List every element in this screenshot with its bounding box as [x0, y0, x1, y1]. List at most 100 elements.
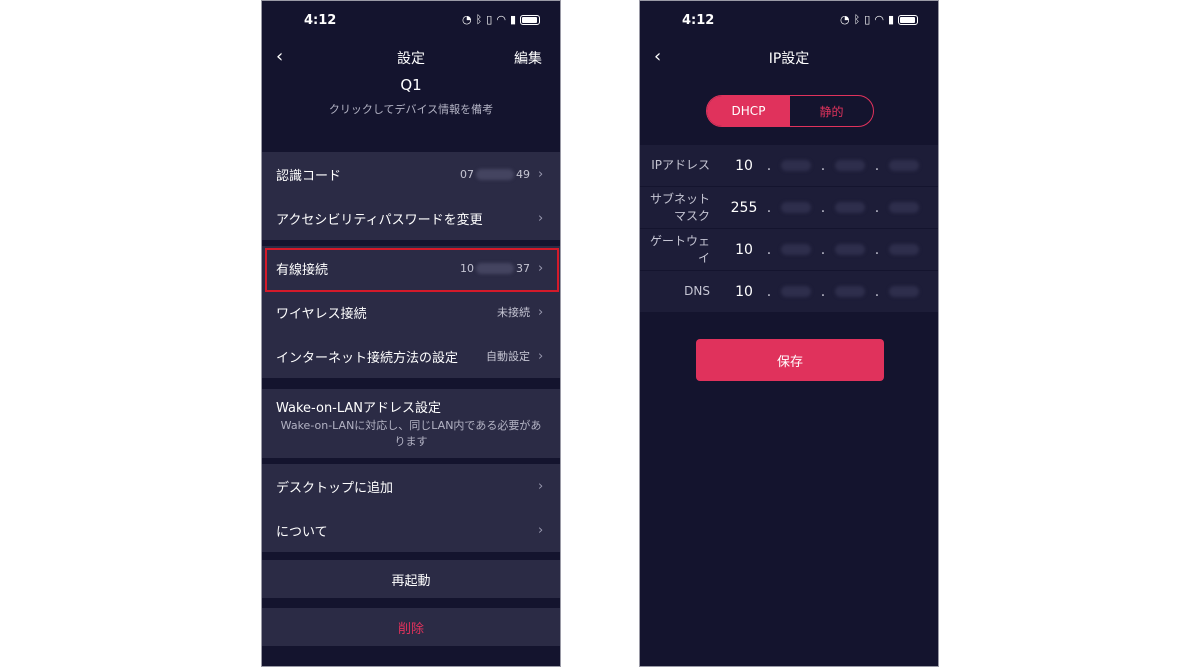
- ip-settings-screen: 4:12 ◔ ᛒ ▯ ◠ ▮ ‹ IP設定 DHCP 静的 IPアドレス 10 …: [639, 0, 939, 667]
- redacted-mask: [889, 286, 919, 297]
- bluetooth-icon: ᛒ: [475, 13, 483, 26]
- chevron-right-icon: ›: [538, 166, 544, 182]
- row-change-password[interactable]: アクセシビリティパスワードを変更 ›: [262, 196, 560, 240]
- row-add-to-desktop[interactable]: デスクトップに追加 ›: [262, 464, 560, 508]
- ip-dot: .: [820, 241, 826, 258]
- wifi-icon: ◠: [874, 13, 884, 26]
- status-time: 4:12: [304, 13, 337, 28]
- id-code-suffix: 49: [516, 167, 530, 181]
- row-wake-on-lan[interactable]: Wake-on-LANアドレス設定 Wake-on-LANに対応し、同じLAN内…: [262, 389, 560, 458]
- redacted-mask: [476, 168, 514, 180]
- row-value: 自動設定: [486, 350, 530, 363]
- redacted-mask: [889, 160, 919, 171]
- ip-octet-3: [828, 160, 872, 171]
- redacted-mask: [835, 160, 865, 171]
- ip-dot: .: [874, 199, 880, 216]
- redacted-mask: [781, 244, 811, 255]
- row-internet-method[interactable]: インターネット接続方法の設定 自動設定 ›: [262, 334, 560, 378]
- redacted-mask: [781, 160, 811, 171]
- row-label: デスクトップに追加: [276, 480, 394, 496]
- row-id-code[interactable]: 認識コード 07 49 ›: [262, 152, 560, 196]
- highlight-box: [265, 248, 559, 292]
- ip-dot: .: [820, 199, 826, 216]
- redacted-mask: [835, 286, 865, 297]
- ip-octet-3: [828, 202, 872, 213]
- redacted-mask: [835, 202, 865, 213]
- ip-octet-4: [882, 244, 926, 255]
- status-time: 4:12: [682, 13, 715, 28]
- ip-label: サブネットマスク: [649, 191, 710, 223]
- redacted-mask: [835, 244, 865, 255]
- mode-segment: DHCP 静的: [706, 95, 874, 127]
- ip-row-gateway: ゲートウェイ 10 . . .: [640, 229, 938, 271]
- vibrate-icon: ▯: [486, 13, 493, 26]
- reboot-button[interactable]: 再起動: [262, 560, 560, 598]
- delete-button[interactable]: 削除: [262, 608, 560, 646]
- row-wireless-connection[interactable]: ワイヤレス接続 未接続 ›: [262, 290, 560, 334]
- chevron-right-icon: ›: [538, 478, 544, 494]
- segment-dhcp[interactable]: DHCP: [707, 96, 790, 126]
- status-bar: 4:12 ◔ ᛒ ▯ ◠ ▮: [262, 1, 560, 41]
- bluetooth-icon: ᛒ: [853, 13, 861, 26]
- row-label: 認識コード: [276, 168, 342, 184]
- chevron-right-icon: ›: [538, 348, 544, 364]
- row-label: インターネット接続方法の設定: [276, 350, 459, 366]
- row-about[interactable]: について ›: [262, 508, 560, 552]
- ip-octet-2: [774, 244, 818, 255]
- ip-octet-1: 255: [730, 199, 758, 216]
- ip-octet-2: [774, 286, 818, 297]
- device-note-link[interactable]: クリックしてデバイス情報を備考: [262, 101, 560, 117]
- id-code-prefix: 07: [460, 167, 474, 181]
- ip-octet-4: [882, 286, 926, 297]
- alert-icon: ▮: [509, 13, 516, 26]
- row-label: Wake-on-LANアドレス設定: [276, 401, 442, 416]
- ip-octet-1: 10: [735, 241, 753, 258]
- row-label: アクセシビリティパスワードを変更: [276, 212, 483, 228]
- redacted-mask: [781, 202, 811, 213]
- page-title: IP設定: [768, 51, 810, 67]
- ip-octet-4: [882, 202, 926, 213]
- redacted-mask: [781, 286, 811, 297]
- wifi-icon: ◠: [496, 13, 506, 26]
- row-value: 07 49: [460, 168, 530, 181]
- settings-group-device: 認識コード 07 49 › アクセシビリティパスワードを変更 ›: [262, 152, 560, 240]
- redacted-mask: [889, 202, 919, 213]
- ip-row-dns: DNS 10 . . .: [640, 271, 938, 313]
- edit-button[interactable]: 編集: [514, 48, 542, 68]
- ip-label: IPアドレス: [651, 158, 710, 172]
- settings-group-wol: Wake-on-LANアドレス設定 Wake-on-LANに対応し、同じLAN内…: [262, 389, 560, 458]
- ip-octet-2: [774, 202, 818, 213]
- chevron-right-icon: ›: [538, 522, 544, 538]
- ip-octet-3: [828, 244, 872, 255]
- ip-dot: .: [874, 157, 880, 174]
- ip-octet-1: 10: [735, 157, 753, 174]
- segment-static[interactable]: 静的: [790, 96, 873, 126]
- row-value: 未接続: [497, 306, 530, 319]
- ip-dot: .: [874, 283, 880, 300]
- ip-octet-4: [882, 160, 926, 171]
- ip-label: DNS: [684, 284, 710, 298]
- ip-dot: .: [820, 283, 826, 300]
- ip-dot: .: [874, 241, 880, 258]
- ip-octet-1: 10: [735, 283, 753, 300]
- ip-dot: .: [766, 199, 772, 216]
- ip-table: IPアドレス 10 . . . サブネットマスク 255 . . . ゲートウェ…: [640, 145, 938, 313]
- settings-screen: 4:12 ◔ ᛒ ▯ ◠ ▮ ‹ 設定 編集 Q1 クリックしてデバイス情報を備…: [261, 0, 561, 667]
- save-button[interactable]: 保存: [696, 339, 884, 381]
- device-name: Q1: [400, 76, 422, 94]
- speed-icon: ◔: [462, 13, 472, 26]
- status-icons: ◔ ᛒ ▯ ◠ ▮: [840, 13, 918, 26]
- chevron-right-icon: ›: [538, 304, 544, 320]
- status-bar: 4:12 ◔ ᛒ ▯ ◠ ▮: [640, 1, 938, 41]
- battery-icon: [898, 14, 918, 25]
- alert-icon: ▮: [887, 13, 894, 26]
- ip-octet-2: [774, 160, 818, 171]
- ip-label: ゲートウェイ: [649, 233, 710, 265]
- settings-group-misc: デスクトップに追加 › について ›: [262, 464, 560, 552]
- ip-octet-3: [828, 286, 872, 297]
- ip-dot: .: [766, 283, 772, 300]
- row-description: Wake-on-LANに対応し、同じLAN内である必要があります: [280, 419, 542, 448]
- ip-row-address: IPアドレス 10 . . .: [640, 145, 938, 187]
- ip-dot: .: [766, 241, 772, 258]
- chevron-right-icon: ›: [538, 210, 544, 226]
